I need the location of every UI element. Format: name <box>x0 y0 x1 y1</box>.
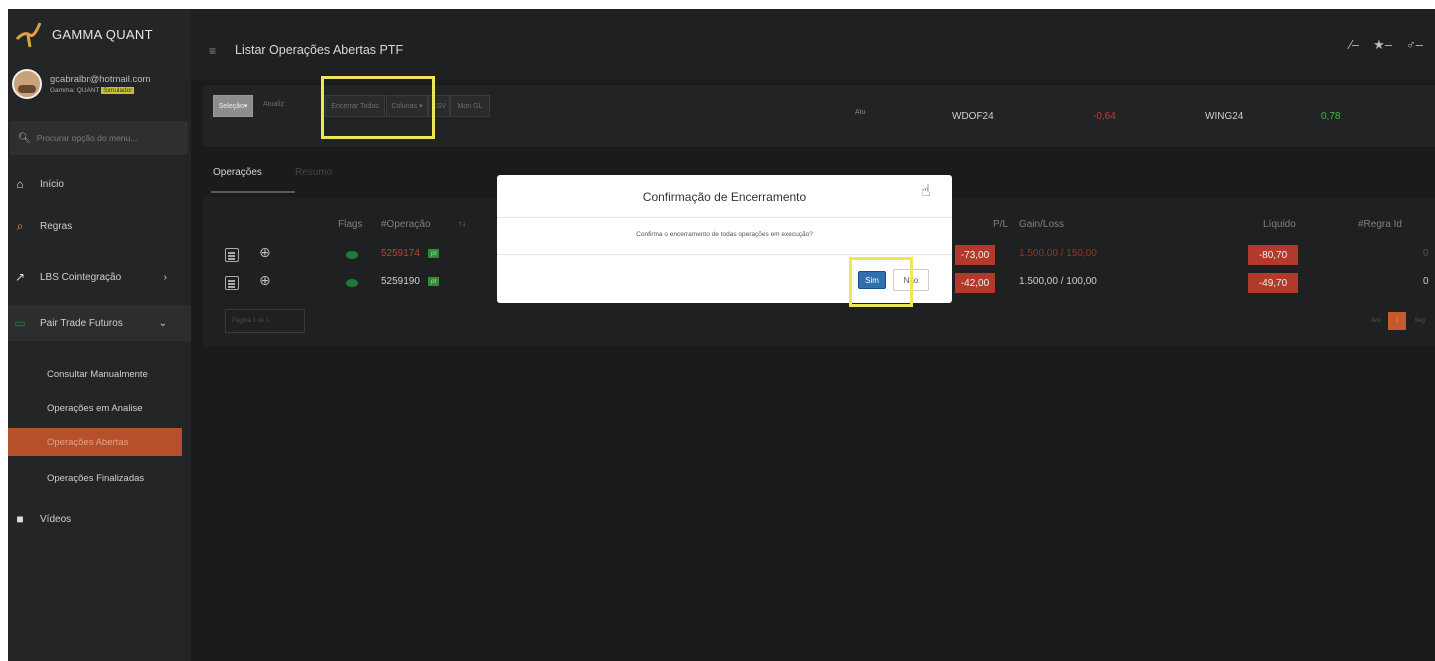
tools-icon[interactable]: ∕‒ <box>1350 37 1359 53</box>
pager-info: Página 1 de 1 <box>225 309 305 333</box>
user-info: gcabralbr@hotmail.com Gamma: QUANT Simul… <box>50 74 150 94</box>
sidebar-item-inicio[interactable]: ⌂ Início <box>8 166 191 202</box>
sidebar-item-label: Início <box>40 178 64 190</box>
quote-symbol: WING24 <box>1205 111 1244 122</box>
quote-symbol: WDOF24 <box>952 111 994 122</box>
sidebar-item-label: Pair Trade Futuros <box>40 317 123 329</box>
highlight-sim <box>849 257 913 307</box>
chevron-right-icon: › <box>163 271 167 283</box>
simulator-badge: Simulador <box>101 87 135 94</box>
modal-divider <box>497 217 952 218</box>
brand-name: GAMMA QUANT <box>52 26 153 42</box>
list-icon[interactable] <box>225 276 239 290</box>
chart-icon: ↗ <box>14 270 26 284</box>
pager-next[interactable]: Seg <box>1414 318 1425 324</box>
sidebar-item-label: Regras <box>40 220 73 232</box>
operation-id[interactable]: 5259174 <box>381 248 420 259</box>
list-icon[interactable] <box>225 248 239 262</box>
operation-id[interactable]: 5259190 <box>381 276 420 287</box>
sidebar-subitem-label: Operações em Analise <box>47 402 143 414</box>
sidebar-subitem-label: Operações Finalizadas <box>47 472 145 484</box>
selecao-button[interactable]: Seleção ▾ <box>213 95 253 117</box>
regra-value: 0 <box>1423 276 1429 287</box>
star-icon[interactable]: ★‒ <box>1373 37 1392 53</box>
sidebar-item-label: LBS Cointegração <box>40 271 122 283</box>
user-plan: Gamma: QUANT <box>50 87 100 94</box>
search-input[interactable] <box>36 133 187 143</box>
quote-value: 0,78 <box>1321 111 1341 122</box>
status-flag-icon <box>346 279 358 287</box>
pager-current[interactable]: 1 <box>1388 312 1407 330</box>
col-pl[interactable]: P/L <box>993 219 1008 230</box>
col-gainloss[interactable]: Gain/Loss <box>1019 219 1064 230</box>
pager-prev[interactable]: Ant <box>1371 318 1380 324</box>
modal-title: Confirmação de Encerramento <box>642 190 807 204</box>
app-screen: GAMMA QUANT gcabralbr@hotmail.com Gamma:… <box>8 9 1435 661</box>
page-title: Listar Operações Abertas PTF <box>235 43 404 57</box>
caret-down-icon: ▾ <box>243 103 248 110</box>
header-icons: ∕‒ ★‒ ♂‒ <box>1350 37 1423 53</box>
chevron-down-icon: ⌄ <box>158 317 167 329</box>
selecao-label: Seleção <box>218 102 244 110</box>
status-flag-icon <box>346 251 358 259</box>
col-flags[interactable]: Flags <box>338 219 362 230</box>
tab-resumo[interactable]: Resumo <box>295 167 332 178</box>
atu-label: Atu <box>855 109 866 116</box>
pl-value: -42,00 <box>955 273 995 293</box>
sidebar-subitem-consultar[interactable]: Consultar Manualmente <box>8 360 191 388</box>
main-content: ≡ Listar Operações Abertas PTF ∕‒ ★‒ ♂‒ … <box>191 9 1435 661</box>
gamma-logo-icon <box>14 19 44 49</box>
sidebar-item-label: Vídeos <box>40 513 72 525</box>
sidebar-subitem-label: Consultar Manualmente <box>47 368 148 380</box>
avatar[interactable] <box>12 69 42 99</box>
search-icon: 🔍︎ <box>18 132 31 144</box>
menu-search[interactable]: 🔍︎ <box>10 121 188 155</box>
liquido-value: -49,70 <box>1248 273 1298 293</box>
sidebar-item-lbs[interactable]: ↗ LBS Cointegração › <box>8 259 191 295</box>
modal-divider <box>497 254 952 255</box>
atualizar-button[interactable]: Atualiz <box>263 101 284 108</box>
search-rules-icon: ⌕ <box>16 218 24 233</box>
mon-gl-button[interactable]: Mon GL <box>450 95 490 117</box>
pt-badge: pt <box>428 249 440 258</box>
tab-operacoes[interactable]: Operações <box>213 167 262 178</box>
hand-cursor-icon: ☝ <box>921 183 931 200</box>
mon-gl-label: Mon GL <box>457 102 483 110</box>
user-panel: gcabralbr@hotmail.com Gamma: QUANT Simul… <box>8 61 191 107</box>
zoom-icon[interactable]: ⊕ <box>259 244 271 261</box>
sidebar-item-regras[interactable]: ⌕ Regras <box>8 208 191 244</box>
col-liquido[interactable]: Líquido <box>1263 219 1296 230</box>
sidebar-subitem-finalizadas[interactable]: Operações Finalizadas <box>8 464 191 492</box>
tab-underline <box>211 191 295 193</box>
regra-value: 0 <box>1423 248 1429 259</box>
col-operacao[interactable]: #Operação <box>381 219 430 230</box>
sidebar-item-pair-trade[interactable]: ▭ Pair Trade Futuros ⌄ <box>8 305 191 341</box>
pagination: Ant 1 Seg <box>1371 312 1425 330</box>
brand[interactable]: GAMMA QUANT <box>8 9 191 59</box>
modal-message: Confirma o encerramento de todas operaçõ… <box>636 231 813 238</box>
sidebar-subitem-abertas[interactable]: Operações Abertas <box>8 428 182 456</box>
liquido-value: -80,70 <box>1248 245 1298 265</box>
user-tag: Gamma: QUANT Simulador <box>50 87 150 94</box>
zoom-icon[interactable]: ⊕ <box>259 272 271 289</box>
sidebar-subitem-analise[interactable]: Operações em Analise <box>8 394 191 422</box>
sidebar: GAMMA QUANT gcabralbr@hotmail.com Gamma:… <box>8 9 191 661</box>
col-regra[interactable]: #Regra Id <box>1358 219 1402 230</box>
pair-icon: ▭ <box>14 316 26 330</box>
sidebar-item-videos[interactable]: ■ Vídeos <box>8 501 191 537</box>
header: ≡ Listar Operações Abertas PTF ∕‒ ★‒ ♂‒ <box>191 9 1435 80</box>
home-icon: ⌂ <box>16 177 24 191</box>
highlight-encerrar <box>321 76 435 139</box>
pl-value: -73,00 <box>955 245 995 265</box>
sort-icon[interactable]: ↑↓ <box>458 219 466 228</box>
user-icon[interactable]: ♂‒ <box>1406 37 1423 53</box>
pt-badge: pt <box>428 277 440 286</box>
quote-value: -0,64 <box>1093 111 1116 122</box>
video-icon: ■ <box>16 512 24 526</box>
sidebar-subitem-label: Operações Abertas <box>47 436 129 448</box>
gainloss-value: 1.500,00 / 100,00 <box>1019 276 1097 287</box>
menu-toggle-icon[interactable]: ≡ <box>209 44 216 58</box>
user-email: gcabralbr@hotmail.com <box>50 74 151 85</box>
gainloss-value: 1.500,00 / 150,00 <box>1019 248 1097 259</box>
